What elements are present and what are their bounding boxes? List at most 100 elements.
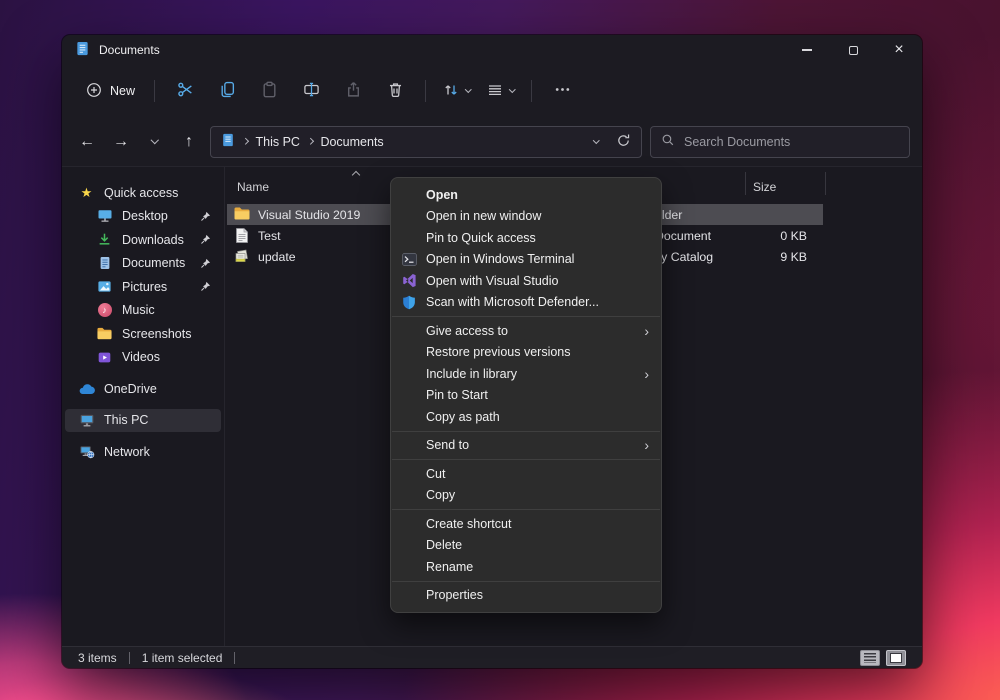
share-button[interactable]	[332, 74, 374, 108]
column-header-size[interactable]: Size	[753, 180, 776, 194]
chevron-down-icon	[509, 86, 515, 92]
menu-item-rename[interactable]: Rename	[391, 556, 661, 578]
cut-button[interactable]	[164, 74, 206, 108]
sidebar-item-label: Screenshots	[122, 327, 191, 341]
sidebar-item-videos[interactable]: Videos	[65, 346, 221, 370]
status-bar: 3 items 1 item selected	[62, 646, 922, 668]
file-size: 9 KB	[745, 250, 807, 264]
menu-item-give-access-to[interactable]: Give access to ›	[391, 320, 661, 342]
back-button[interactable]: ←	[74, 128, 100, 156]
close-icon: ×	[894, 42, 903, 58]
menu-item-label: Give access to	[426, 324, 508, 338]
sidebar-item-documents[interactable]: Documents	[65, 252, 221, 276]
breadcrumb-documents[interactable]: Documents	[320, 135, 383, 149]
windows-terminal-icon	[401, 251, 417, 267]
new-button[interactable]: New	[76, 74, 145, 108]
visual-studio-icon	[401, 273, 417, 289]
paste-button[interactable]	[248, 74, 290, 108]
close-button[interactable]: ×	[876, 35, 922, 65]
menu-item-restore-previous-versions[interactable]: Restore previous versions	[391, 342, 661, 364]
menu-item-open-with-visual-studio[interactable]: Open with Visual Studio	[391, 270, 661, 292]
column-separator[interactable]	[825, 172, 826, 195]
menu-item-open[interactable]: Open	[391, 184, 661, 206]
menu-item-label: Pin to Quick access	[426, 231, 536, 245]
submenu-arrow-icon: ›	[644, 438, 649, 452]
sidebar-item-network[interactable]: Network	[65, 440, 221, 464]
menu-item-label: Pin to Start	[426, 388, 488, 402]
menu-item-open-in-windows-terminal[interactable]: Open in Windows Terminal	[391, 249, 661, 271]
menu-item-properties[interactable]: Properties	[391, 585, 661, 607]
column-header-name[interactable]: Name	[237, 180, 269, 194]
more-button[interactable]	[541, 74, 583, 108]
toolbar-divider	[531, 80, 532, 102]
menu-item-delete[interactable]: Delete	[391, 535, 661, 557]
rename-button[interactable]	[290, 74, 332, 108]
sidebar-item-quick-access[interactable]: ★ Quick access	[65, 181, 221, 205]
large-icons-view-icon	[890, 653, 902, 663]
star-icon: ★	[78, 186, 95, 199]
context-menu: Open Open in new window Pin to Quick acc…	[390, 177, 662, 613]
forward-button[interactable]: →	[108, 128, 134, 156]
sidebar-item-pictures[interactable]: Pictures	[65, 275, 221, 299]
menu-item-copy-as-path[interactable]: Copy as path	[391, 406, 661, 428]
recent-locations-button[interactable]	[142, 128, 168, 156]
sidebar-item-label: Network	[104, 445, 150, 459]
sidebar-item-music[interactable]: ♪ Music	[65, 299, 221, 323]
items-count: 3 items	[78, 651, 117, 665]
minimize-button[interactable]	[784, 35, 830, 65]
command-bar: New	[62, 65, 922, 117]
menu-item-scan-with-microsoft-defender[interactable]: Scan with Microsoft Defender...	[391, 292, 661, 314]
sidebar-item-label: Pictures	[122, 280, 167, 294]
menu-item-pin-to-start[interactable]: Pin to Start	[391, 385, 661, 407]
delete-button[interactable]	[374, 74, 416, 108]
maximize-button[interactable]	[830, 35, 876, 65]
navigation-pane: ★ Quick access Desktop Downloads	[62, 167, 225, 646]
menu-item-cut[interactable]: Cut	[391, 463, 661, 485]
menu-item-label: Create shortcut	[426, 517, 511, 531]
menu-divider	[392, 431, 660, 432]
up-button[interactable]: ↑	[176, 128, 202, 156]
menu-item-open-in-new-window[interactable]: Open in new window	[391, 206, 661, 228]
chevron-down-icon	[465, 86, 471, 92]
sidebar-item-downloads[interactable]: Downloads	[65, 228, 221, 252]
large-icons-view-button[interactable]	[886, 650, 906, 666]
status-separator	[234, 652, 235, 664]
sidebar-gap	[62, 401, 224, 409]
menu-item-label: Open in Windows Terminal	[426, 252, 574, 266]
menu-item-send-to[interactable]: Send to ›	[391, 435, 661, 457]
address-bar[interactable]: This PC Documents	[210, 126, 642, 158]
search-box[interactable]	[650, 126, 910, 158]
column-separator[interactable]	[745, 172, 746, 195]
sidebar-item-onedrive[interactable]: OneDrive	[65, 377, 221, 401]
menu-item-label: Open with Visual Studio	[426, 274, 559, 288]
menu-item-create-shortcut[interactable]: Create shortcut	[391, 513, 661, 535]
details-view-button[interactable]	[860, 650, 880, 666]
menu-item-include-in-library[interactable]: Include in library ›	[391, 363, 661, 385]
menu-divider	[392, 316, 660, 317]
network-icon	[78, 444, 95, 459]
sidebar-item-this-pc[interactable]: This PC	[65, 409, 221, 433]
scissors-icon	[177, 81, 194, 101]
sort-button[interactable]	[435, 74, 479, 108]
window-controls: ×	[784, 35, 922, 65]
sidebar-item-screenshots[interactable]: Screenshots	[65, 322, 221, 346]
address-dropdown-icon[interactable]	[593, 137, 599, 143]
refresh-button[interactable]	[616, 133, 631, 151]
paste-icon	[261, 81, 278, 101]
menu-item-copy[interactable]: Copy	[391, 485, 661, 507]
sidebar-item-desktop[interactable]: Desktop	[65, 205, 221, 229]
menu-item-label: Scan with Microsoft Defender...	[426, 295, 599, 309]
sidebar-item-label: OneDrive	[104, 382, 157, 396]
menu-item-label: Open	[426, 188, 458, 202]
menu-item-label: Cut	[426, 467, 445, 481]
copy-button[interactable]	[206, 74, 248, 108]
sort-ascending-icon	[352, 171, 360, 179]
forward-arrow-icon: →	[113, 133, 129, 151]
menu-item-pin-to-quick-access[interactable]: Pin to Quick access	[391, 227, 661, 249]
selection-count: 1 item selected	[142, 651, 223, 665]
breadcrumb-this-pc[interactable]: This PC	[256, 135, 300, 149]
view-button[interactable]	[479, 74, 523, 108]
search-input[interactable]	[684, 135, 899, 149]
file-name: Visual Studio 2019	[258, 208, 360, 222]
sidebar-item-label: This PC	[104, 413, 148, 427]
